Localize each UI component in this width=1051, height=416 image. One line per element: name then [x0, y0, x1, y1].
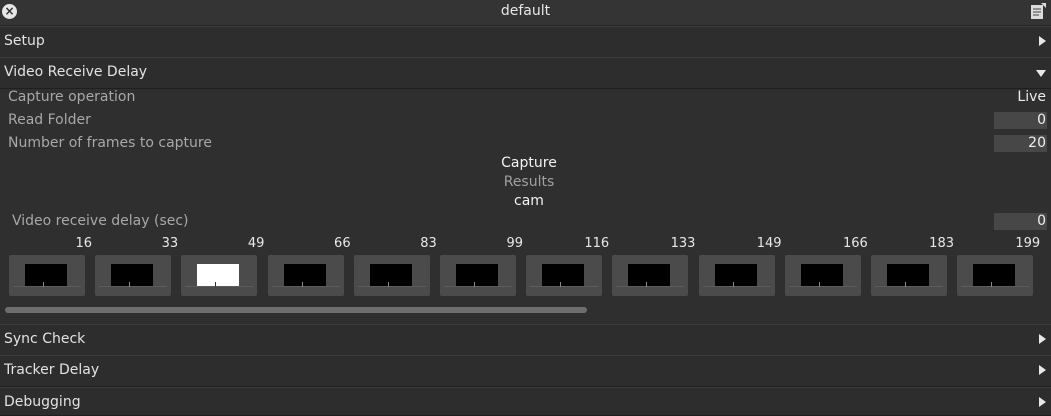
frame-baseline [530, 286, 599, 287]
frame-tick-label: 133 [670, 236, 696, 251]
frame-tick-label: 16 [75, 236, 92, 251]
frame-baseline [185, 286, 254, 287]
section-sync-check[interactable]: Sync Check [0, 324, 1051, 356]
frame-tick-label: 183 [929, 236, 954, 251]
section-debugging[interactable]: Debugging [0, 387, 1051, 416]
frame-preview [283, 264, 326, 286]
delay-field[interactable]: 0 [994, 213, 1047, 230]
frame-preview [197, 264, 240, 286]
frame-preview [800, 264, 843, 286]
frame-baseline [702, 286, 771, 287]
frame-baseline [961, 286, 1030, 287]
frame-marker [905, 282, 906, 287]
frame-preview [714, 264, 757, 286]
chevron-right-icon [1039, 334, 1046, 344]
section-video-receive-delay-label: Video Receive Delay [4, 64, 148, 80]
frame-thumbnail[interactable] [353, 255, 430, 296]
frame-tick-label: 33 [161, 236, 179, 251]
section-sync-check-label: Sync Check [4, 331, 86, 347]
frame-preview [973, 264, 1016, 286]
frame-thumbnail[interactable] [95, 255, 172, 296]
num-frames-field[interactable]: 20 [994, 135, 1047, 152]
title-bar: × default [0, 0, 1051, 26]
frame-marker [560, 282, 562, 287]
capture-button[interactable]: Capture [0, 155, 1051, 171]
section-tracker-delay[interactable]: Tracker Delay [0, 355, 1051, 387]
frame-baseline [788, 286, 857, 287]
chevron-right-icon [1039, 397, 1046, 407]
capture-operation-value[interactable]: Live [1017, 89, 1046, 105]
frame-marker [129, 282, 131, 287]
frame-marker [301, 282, 303, 287]
frame-tick-label: 116 [584, 236, 610, 251]
cam-label: cam [514, 193, 544, 209]
frame-thumbnail[interactable] [698, 255, 775, 296]
frame-preview [542, 264, 585, 286]
section-setup[interactable]: Setup [0, 26, 1051, 58]
frame-preview [369, 264, 412, 286]
read-folder-field[interactable]: 0 [994, 112, 1047, 129]
frame-thumbnail[interactable] [267, 255, 344, 296]
window-title: default [500, 3, 551, 19]
frame-thumbnail[interactable] [181, 255, 258, 296]
frame-preview [628, 264, 671, 286]
frame-marker [991, 282, 993, 287]
frame-tick-label: 83 [420, 236, 437, 251]
frame-preview [887, 264, 929, 286]
frame-tick-label: 49 [247, 236, 265, 251]
frame-baseline [271, 286, 340, 287]
section-video-receive-delay[interactable]: Video Receive Delay [0, 57, 1051, 89]
frame-tick-label: 99 [506, 236, 523, 251]
frame-preview [456, 264, 498, 286]
frame-marker [732, 282, 734, 287]
frame-thumbnail[interactable] [612, 255, 689, 296]
frame-thumbnail[interactable] [9, 255, 85, 296]
frame-thumbnail[interactable] [526, 255, 603, 296]
chevron-right-icon [1039, 365, 1046, 375]
frame-tick-label: 149 [756, 236, 782, 251]
capture-operation-label: Capture operation [8, 89, 136, 105]
frame-thumbnail[interactable] [784, 255, 861, 296]
frame-baseline [13, 286, 81, 287]
results-label: Results [503, 174, 555, 190]
frame-baseline [444, 286, 512, 287]
frame-marker [646, 282, 648, 287]
frame-baseline [99, 286, 168, 287]
frame-preview [25, 264, 67, 286]
read-folder-label: Read Folder [8, 112, 91, 128]
frame-thumbnail[interactable] [871, 255, 947, 296]
frame-marker [215, 282, 217, 287]
frame-marker [474, 282, 475, 287]
frame-baseline [875, 286, 943, 287]
horizontal-scrollbar[interactable] [5, 307, 587, 313]
frame-marker [387, 282, 389, 287]
frame-thumbnail[interactable] [440, 255, 516, 296]
frame-tick-label: 166 [842, 236, 868, 251]
frame-marker [818, 282, 820, 287]
num-frames-label: Number of frames to capture [8, 135, 212, 151]
frame-tick-label: 66 [334, 236, 351, 251]
document-icon[interactable] [1030, 3, 1046, 20]
chevron-right-icon [1039, 36, 1046, 46]
delay-label: Video receive delay (sec) [12, 213, 189, 229]
chevron-down-icon [1036, 70, 1046, 77]
frame-marker [43, 282, 44, 287]
frame-thumbnail[interactable] [957, 255, 1034, 296]
frame-preview [111, 264, 154, 286]
section-tracker-delay-label: Tracker Delay [4, 362, 100, 378]
frame-baseline [616, 286, 685, 287]
section-debugging-label: Debugging [4, 394, 81, 410]
section-setup-label: Setup [4, 33, 45, 49]
frame-baseline [357, 286, 426, 287]
frame-tick-label: 199 [1015, 236, 1041, 251]
